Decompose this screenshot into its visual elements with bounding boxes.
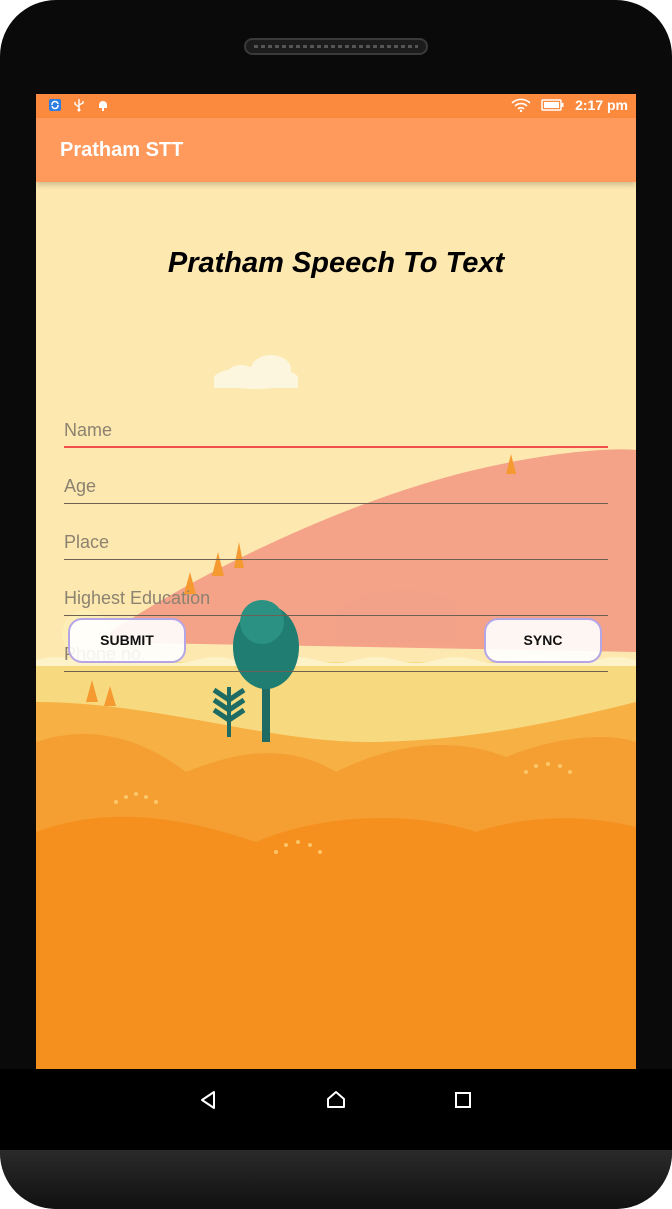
submit-button[interactable]: SUBMIT bbox=[68, 618, 186, 663]
page-heading: Pratham Speech To Text bbox=[167, 247, 505, 279]
status-time: 2:17 pm bbox=[575, 97, 628, 113]
recents-icon[interactable] bbox=[448, 1085, 478, 1115]
battery-icon bbox=[541, 98, 565, 112]
place-field[interactable] bbox=[64, 526, 608, 560]
app-title: Pratham STT bbox=[60, 139, 184, 161]
wifi-icon bbox=[511, 98, 531, 113]
highest-education-field[interactable] bbox=[64, 582, 608, 616]
sync-button[interactable]: SYNC bbox=[484, 618, 602, 663]
earpiece-speaker bbox=[244, 38, 428, 55]
age-field[interactable] bbox=[64, 470, 608, 504]
main-content: Pratham Speech To Text SUBMIT SYNC bbox=[36, 182, 636, 1069]
back-icon[interactable] bbox=[193, 1085, 223, 1115]
highest-education-input[interactable] bbox=[64, 584, 608, 612]
sync-notification-icon bbox=[48, 98, 62, 112]
device-frame: 2:17 pm Pratham STT Pratham Speech To Te… bbox=[0, 0, 672, 1209]
navigation-bar bbox=[0, 1069, 672, 1150]
usb-icon bbox=[72, 98, 86, 112]
screen: 2:17 pm Pratham STT Pratham Speech To Te… bbox=[36, 94, 636, 1069]
device-chin bbox=[0, 1150, 672, 1209]
age-input[interactable] bbox=[64, 472, 608, 500]
name-field[interactable] bbox=[64, 414, 608, 448]
name-input[interactable] bbox=[64, 416, 608, 444]
home-icon[interactable] bbox=[321, 1085, 351, 1115]
android-debug-icon bbox=[96, 98, 110, 112]
status-bar: 2:17 pm bbox=[36, 94, 636, 118]
app-bar: Pratham STT bbox=[36, 118, 636, 182]
place-input[interactable] bbox=[64, 528, 608, 556]
